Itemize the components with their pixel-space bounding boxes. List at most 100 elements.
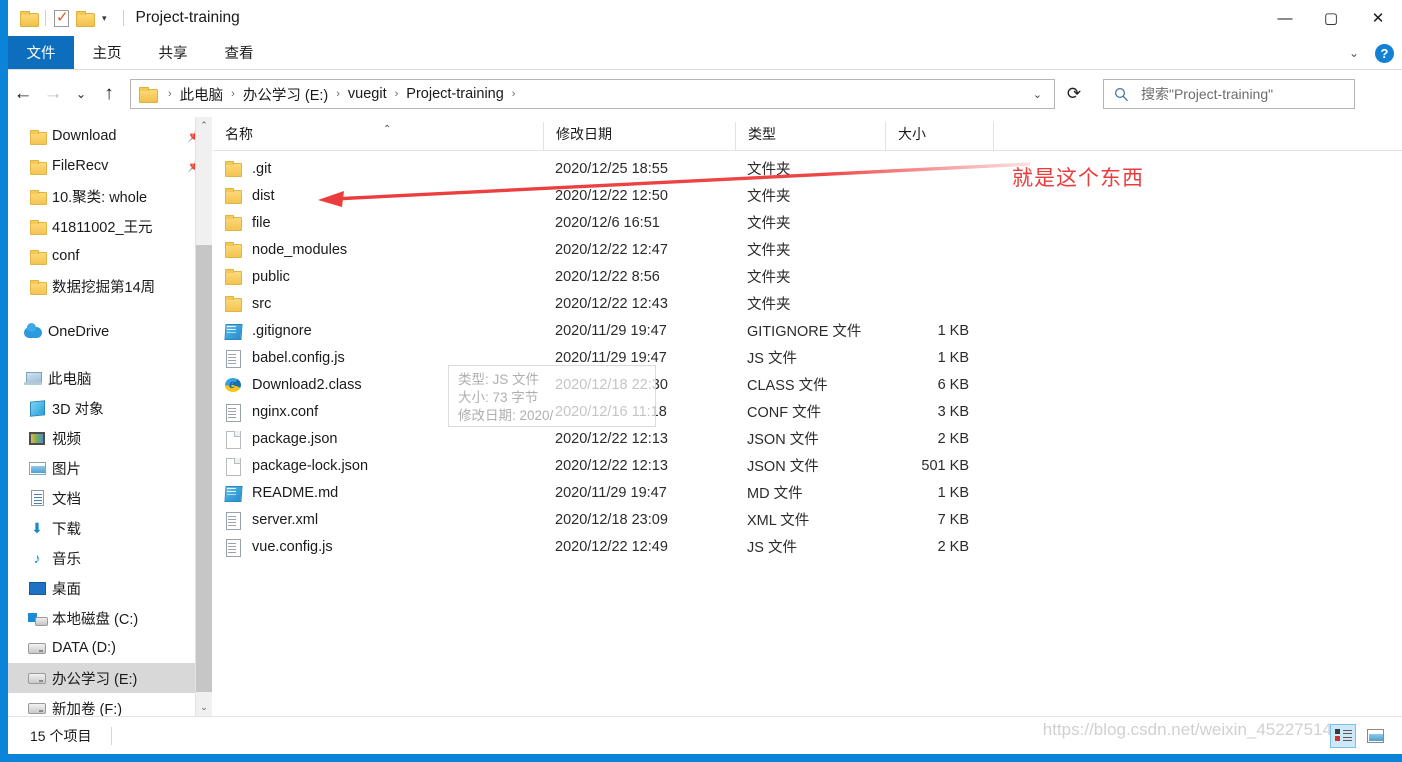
thumbnails-view-button[interactable] <box>1362 724 1388 748</box>
breadcrumb-item-vuegit[interactable]: vuegit <box>346 86 389 102</box>
table-row[interactable]: nginx.conf 2020/12/16 11:18 CONF 文件 3 KB <box>213 398 1402 425</box>
help-icon[interactable]: ? <box>1375 43 1394 63</box>
recent-locations-button[interactable]: ⌄ <box>68 87 94 101</box>
sidebar-item-data-d[interactable]: DATA (D:) <box>8 633 212 663</box>
table-row[interactable]: Download2.class 2020/12/18 22:30 CLASS 文… <box>213 371 1402 398</box>
qat-divider-2 <box>122 10 124 26</box>
column-header-name[interactable]: 名称 ⌃ <box>213 122 543 150</box>
sidebar-item-datamining-week14[interactable]: 数据挖掘第14周 <box>8 271 212 301</box>
tab-file[interactable]: 文件 <box>8 36 74 69</box>
column-header-size[interactable]: 大小 <box>885 122 993 150</box>
sidebar-item-new-volume-f[interactable]: 新加卷 (F:) <box>8 693 212 716</box>
file-name-cell: babel.config.js <box>213 349 543 368</box>
refresh-button[interactable]: ⟳ <box>1057 79 1091 109</box>
table-row[interactable]: .git 2020/12/25 18:55 文件夹 <box>213 155 1402 182</box>
sidebar-item-conf[interactable]: conf <box>8 241 212 271</box>
tab-home[interactable]: 主页 <box>74 36 140 69</box>
column-header-modified[interactable]: 修改日期 <box>543 122 735 150</box>
file-name-cell: vue.config.js <box>213 538 543 557</box>
sidebar-item-3d-objects[interactable]: 3D 对象 <box>8 393 212 423</box>
sidebar-item-label: 新加卷 (F:) <box>52 701 123 717</box>
breadcrumb-separator-0: › <box>168 88 172 100</box>
minimize-button[interactable]: — <box>1262 0 1308 36</box>
sidebar-item-desktop[interactable]: 桌面 <box>8 573 212 603</box>
address-dropdown-icon[interactable]: ⌄ <box>1025 88 1050 101</box>
sidebar-item-music[interactable]: ♪ 音乐 <box>8 543 212 573</box>
file-name-cell: .gitignore <box>213 322 543 340</box>
back-button[interactable]: ← <box>8 83 38 105</box>
text-file-icon <box>225 349 241 368</box>
sidebar-item-this-pc[interactable]: 此电脑 <box>8 363 212 393</box>
tab-view[interactable]: 查看 <box>206 36 272 69</box>
sidebar-item-student-folder[interactable]: 41811002_王元 <box>8 211 212 241</box>
column-header-type[interactable]: 类型 <box>735 122 885 150</box>
table-row[interactable]: src 2020/12/22 12:43 文件夹 <box>213 290 1402 317</box>
sidebar-item-onedrive[interactable]: OneDrive <box>8 317 212 347</box>
properties-checkbox-icon[interactable] <box>54 8 69 27</box>
sidebar-item-clustering[interactable]: 10.聚类: whole <box>8 181 212 211</box>
sidebar-item-download[interactable]: Download 📌 <box>8 121 212 151</box>
address-folder-icon <box>139 87 158 103</box>
file-name-cell: node_modules <box>213 241 543 259</box>
table-row[interactable]: package-lock.json 2020/12/22 12:13 JSON … <box>213 452 1402 479</box>
table-row[interactable]: babel.config.js 2020/11/29 19:47 JS 文件 1… <box>213 344 1402 371</box>
table-row[interactable]: package.json 2020/12/22 12:13 JSON 文件 2 … <box>213 425 1402 452</box>
file-name: node_modules <box>252 241 348 258</box>
window-controls: — ▢ ✕ <box>1262 0 1402 36</box>
table-row[interactable]: vue.config.js 2020/12/22 12:49 JS 文件 2 K… <box>213 533 1402 560</box>
file-name-cell: server.xml <box>213 511 543 530</box>
table-row[interactable]: file 2020/12/6 16:51 文件夹 <box>213 209 1402 236</box>
breadcrumb-item-this-pc[interactable]: 此电脑 <box>178 84 226 105</box>
sidebar-item-label: conf <box>52 248 80 264</box>
table-row[interactable]: README.md 2020/11/29 19:47 MD 文件 1 KB <box>213 479 1402 506</box>
scroll-up-arrow-icon[interactable]: ⌃ <box>196 117 212 134</box>
sidebar-item-local-disk-c[interactable]: 本地磁盘 (C:) <box>8 603 212 633</box>
navigation-scrollbar[interactable]: ⌃ ⌄ <box>195 117 212 716</box>
file-size: 3 KB <box>937 403 969 420</box>
table-row[interactable]: public 2020/12/22 8:56 文件夹 <box>213 263 1402 290</box>
column-header-row: 名称 ⌃ 修改日期 类型 大小 <box>213 117 1402 151</box>
tab-share[interactable]: 共享 <box>140 36 206 69</box>
breadcrumb-item-project-training[interactable]: Project-training <box>404 86 506 102</box>
scrollbar-thumb[interactable] <box>196 245 212 692</box>
address-bar[interactable]: › 此电脑 › 办公学习 (E:) › vuegit › Project-tra… <box>130 79 1055 109</box>
sidebar-item-office-study-e[interactable]: 办公学习 (E:) <box>8 663 212 693</box>
view-toggle-group <box>1330 723 1388 748</box>
desktop-icon <box>28 580 46 596</box>
qat-dropdown-button[interactable]: ▾ <box>102 13 107 23</box>
file-size: 6 KB <box>937 376 969 393</box>
sidebar-item-filerecv[interactable]: FileRecv 📌 <box>8 151 212 181</box>
table-row[interactable]: dist 2020/12/22 12:50 文件夹 <box>213 182 1402 209</box>
file-size: 1 KB <box>937 349 969 366</box>
sidebar-item-pictures[interactable]: 图片 <box>8 453 212 483</box>
breadcrumb-item-drive-e[interactable]: 办公学习 (E:) <box>241 84 330 105</box>
file-modified: 2020/12/22 8:56 <box>555 268 660 285</box>
file-name: package-lock.json <box>252 457 369 474</box>
details-view-button[interactable] <box>1330 723 1356 748</box>
sidebar-item-videos[interactable]: 视频 <box>8 423 212 453</box>
forward-button[interactable]: → <box>38 83 68 105</box>
file-name: src <box>252 295 272 312</box>
scroll-down-arrow-icon[interactable]: ⌄ <box>196 699 212 716</box>
file-modified: 2020/12/22 12:50 <box>555 187 668 204</box>
table-row[interactable]: node_modules 2020/12/22 12:47 文件夹 <box>213 236 1402 263</box>
maximize-button[interactable]: ▢ <box>1308 0 1354 36</box>
file-type: JSON 文件 <box>747 432 819 448</box>
ribbon-right-controls: ⌄ ? <box>1343 36 1394 70</box>
folder-icon <box>28 248 47 265</box>
search-box[interactable]: 搜索"Project-training" <box>1103 79 1355 109</box>
text-file-icon <box>225 538 241 557</box>
sidebar-item-downloads[interactable]: ⬇ 下载 <box>8 513 212 543</box>
file-name: .git <box>252 160 272 177</box>
new-folder-icon[interactable] <box>76 11 95 27</box>
file-name-cell: dist <box>213 187 543 205</box>
table-row[interactable]: .gitignore 2020/11/29 19:47 GITIGNORE 文件… <box>213 317 1402 344</box>
file-name-cell: src <box>213 295 543 313</box>
table-row[interactable]: server.xml 2020/12/18 23:09 XML 文件 7 KB <box>213 506 1402 533</box>
close-button[interactable]: ✕ <box>1354 0 1402 36</box>
chevron-down-icon[interactable]: ⌄ <box>1343 46 1365 60</box>
up-button[interactable]: ↑ <box>94 83 124 105</box>
file-list-pane: 名称 ⌃ 修改日期 类型 大小 .git 2020/12/25 18:55 文件… <box>213 117 1402 716</box>
sidebar-item-documents[interactable]: 文档 <box>8 483 212 513</box>
file-name-cell: package.json <box>213 430 543 449</box>
